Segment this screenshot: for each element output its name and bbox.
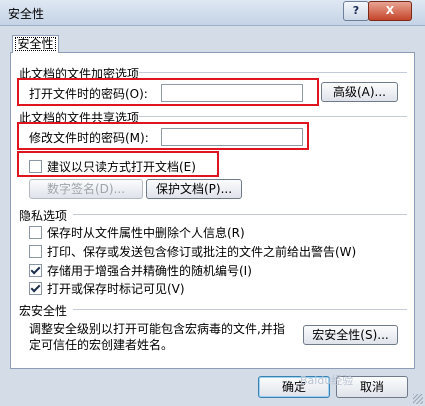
digital-signature-button[interactable]: 数字签名(D)... — [29, 179, 143, 199]
title-bar: 安全性 ? X — [0, 0, 425, 26]
highlight-open-password — [17, 78, 319, 106]
sharing-separator — [139, 116, 407, 118]
window-title: 安全性 — [8, 7, 45, 21]
watermark: Baidu经验 — [300, 374, 354, 387]
help-button[interactable]: ? — [343, 1, 369, 21]
privacy-option-3[interactable]: 存储用于增强合并精确性的随机编号(I) — [29, 262, 252, 279]
macro-description-line2: 定可信任的宏创建者姓名。 — [29, 338, 174, 352]
privacy-checkbox-1[interactable] — [29, 226, 42, 239]
privacy-option-1[interactable]: 保存时从文件属性中删除个人信息(R) — [29, 224, 245, 241]
help-icon: ? — [352, 4, 360, 17]
highlight-modify-password — [17, 122, 309, 150]
privacy-option-2-label: 打印、保存或发送包含修订或批注的文件之前给出警告(W) — [47, 245, 357, 259]
tab-security[interactable]: 安全性 — [12, 35, 59, 53]
tab-security-label: 安全性 — [15, 37, 56, 51]
macro-security-button[interactable]: 宏安全性(S)... — [303, 325, 398, 345]
privacy-option-4[interactable]: 打开或保存时标记可见(V) — [29, 280, 185, 297]
protect-document-button[interactable]: 保护文档(P)... — [146, 179, 242, 199]
privacy-checkbox-3[interactable] — [29, 264, 42, 277]
privacy-separator — [73, 214, 407, 216]
privacy-checkbox-2[interactable] — [29, 245, 42, 258]
privacy-option-4-label: 打开或保存时标记可见(V) — [47, 282, 185, 296]
security-panel: 此文档的文件加密选项 打开文件时的密码(O): 高级(A)... 此文档的文件共… — [10, 52, 415, 369]
resize-grip[interactable] — [413, 394, 423, 404]
macro-section-label: 宏安全性 — [19, 304, 68, 318]
privacy-option-2[interactable]: 打印、保存或发送包含修订或批注的文件之前给出警告(W) — [29, 243, 356, 260]
macro-separator — [73, 309, 407, 311]
highlight-readonly — [17, 151, 219, 177]
privacy-option-3-label: 存储用于增强合并精确性的随机编号(I) — [47, 264, 252, 278]
encryption-separator — [139, 72, 407, 74]
close-icon: X — [385, 4, 395, 17]
advanced-button[interactable]: 高级(A)... — [321, 82, 398, 102]
privacy-checkbox-4[interactable] — [29, 282, 42, 295]
privacy-option-1-label: 保存时从文件属性中删除个人信息(R) — [47, 226, 245, 240]
privacy-section-label: 隐私选项 — [19, 209, 68, 223]
close-button[interactable]: X — [368, 1, 412, 21]
macro-description-line1: 调整安全级别以打开可能包含宏病毒的文件,并指 — [29, 322, 285, 336]
